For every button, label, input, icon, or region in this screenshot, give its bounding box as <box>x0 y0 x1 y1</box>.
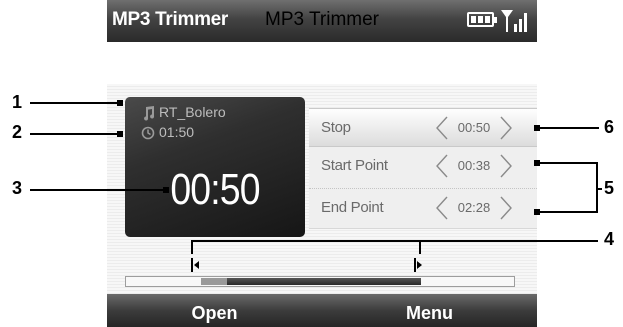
row-label: End Point <box>321 199 384 216</box>
page-title: MP3 Trimmer <box>265 9 379 30</box>
track-name: RT_Bolero <box>159 104 226 120</box>
arrow-right-icon[interactable] <box>499 154 513 178</box>
open-softkey[interactable]: Open <box>107 303 322 324</box>
phone-screen: MP3 Trimmer MP3 Trimmer RT_Bolero 01:50 … <box>107 0 537 327</box>
row-end-point[interactable]: End Point 02:28 <box>309 189 537 229</box>
arrow-left-icon[interactable] <box>435 116 449 140</box>
trim-selected-range <box>227 278 421 285</box>
page-header <box>107 42 537 85</box>
arrow-right-icon[interactable] <box>499 116 513 140</box>
track-length: 01:50 <box>159 124 195 140</box>
row-label: Stop <box>321 119 351 136</box>
row-label: Start Point <box>321 157 388 174</box>
menu-softkey[interactable]: Menu <box>322 303 537 324</box>
arrow-left-icon[interactable] <box>435 196 449 220</box>
row-start-point[interactable]: Start Point 00:38 <box>309 147 537 189</box>
row-value: 00:50 <box>457 120 491 135</box>
music-note-icon <box>144 106 155 121</box>
row-value: 02:28 <box>457 200 491 215</box>
row-stop[interactable]: Stop 00:50 <box>309 108 537 147</box>
clock-icon <box>141 126 155 140</box>
trim-played-segment <box>201 278 227 285</box>
arrow-right-icon[interactable] <box>499 196 513 220</box>
arrow-left-icon[interactable] <box>435 154 449 178</box>
row-value: 00:38 <box>457 158 491 173</box>
end-marker-icon[interactable] <box>414 258 422 272</box>
start-marker-icon[interactable] <box>191 258 199 272</box>
